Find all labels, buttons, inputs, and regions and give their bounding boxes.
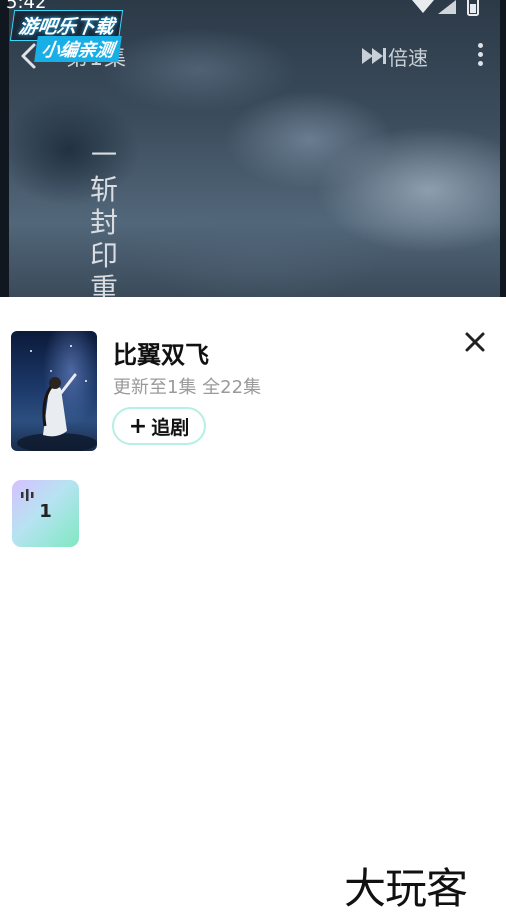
close-icon[interactable] [462, 329, 488, 355]
subtitle-char: 封 [89, 206, 118, 239]
follow-label: 追剧 [151, 416, 190, 439]
video-subtitle: 一 斩 封 印 重 [86, 140, 122, 297]
speed-button[interactable]: 倍速 [362, 42, 428, 70]
watermark-line2: 小编亲测 [34, 36, 122, 62]
more-button[interactable] [468, 40, 492, 70]
site-watermark: 游吧乐下载 小编亲测 [6, 10, 148, 62]
more-dot [477, 61, 483, 66]
subtitle-char: 斩 [89, 173, 118, 206]
more-dot [477, 52, 483, 57]
equalizer-icon [21, 489, 34, 501]
subtitle-char: 重 [89, 272, 118, 297]
drama-poster[interactable] [11, 331, 97, 451]
speed-label: 倍速 [388, 45, 428, 70]
update-info: 更新至1集 全22集 [113, 377, 262, 398]
follow-button[interactable]: + 追剧 [112, 407, 206, 445]
subtitle-char: 一 [90, 141, 117, 171]
episode-tile[interactable]: 1 [12, 480, 79, 547]
poster-figure-icon [17, 373, 97, 451]
fast-forward-icon [362, 48, 386, 64]
episode-number: 1 [39, 501, 52, 522]
plus-icon: + [128, 413, 148, 439]
more-dot [477, 43, 483, 48]
video-player[interactable]: 一 斩 封 印 重 5:42 第1集 倍速 [0, 0, 506, 297]
brand-watermark: 大玩客 [344, 864, 468, 913]
drama-title: 比翼双飞 [113, 341, 209, 369]
subtitle-char: 印 [89, 239, 118, 272]
episode-sheet: 比翼双飞 更新至1集 全22集 + 追剧 1 [0, 297, 506, 915]
